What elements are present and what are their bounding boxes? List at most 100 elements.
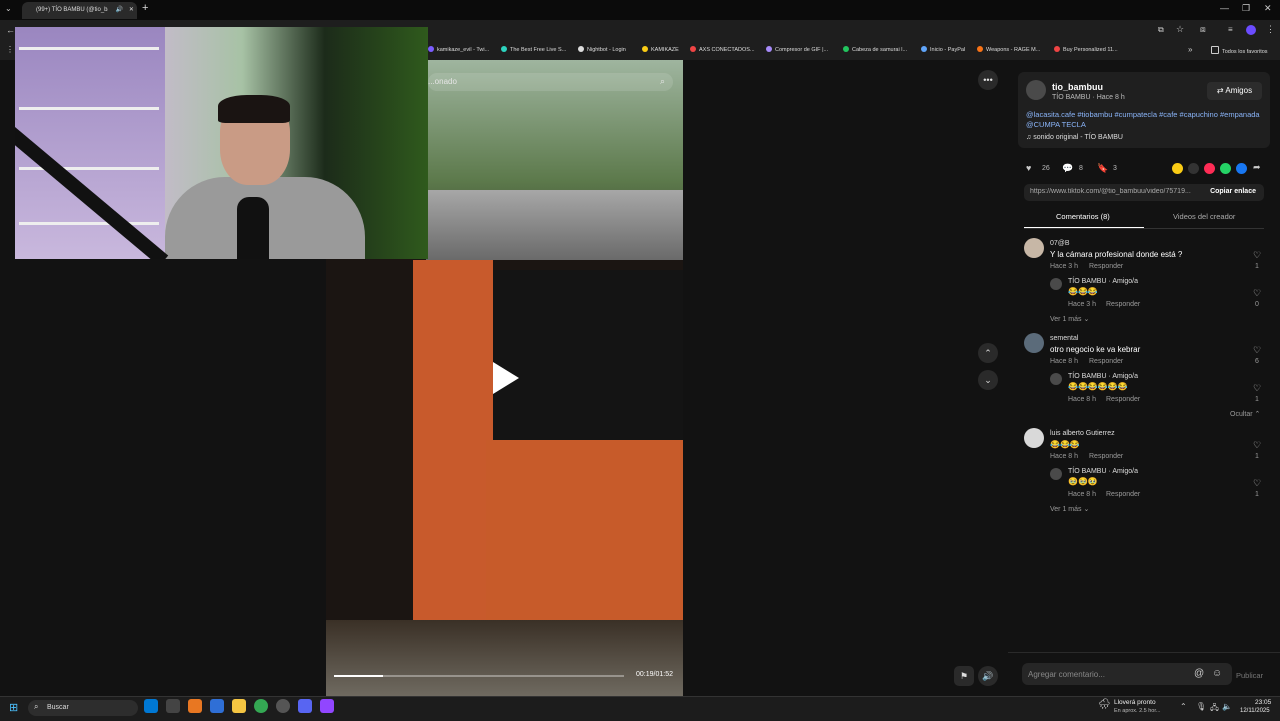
- weather-label[interactable]: Lloverá pronto: [1114, 699, 1156, 706]
- comment-username[interactable]: semental: [1050, 335, 1078, 342]
- share-coin-icon[interactable]: [1172, 163, 1183, 174]
- bookmark-item[interactable]: Cabeza de samurai l...: [843, 46, 907, 53]
- volume-icon[interactable]: 🔊: [978, 666, 998, 686]
- weather-icon[interactable]: 🌧: [1098, 699, 1111, 710]
- bookmarks-overflow-icon[interactable]: »: [1188, 45, 1192, 54]
- tab-comments[interactable]: Comentarios (8): [1056, 212, 1110, 221]
- windows-start-icon[interactable]: ⊞: [9, 701, 18, 714]
- like-icon[interactable]: ♥: [1026, 163, 1031, 173]
- bookmark-item[interactable]: Compresor de GIF |...: [766, 46, 828, 53]
- bookmark-item[interactable]: Weapons - RAGE M...: [977, 46, 1040, 53]
- facebook-icon[interactable]: [1236, 163, 1247, 174]
- reply-respond-button[interactable]: Responder: [1106, 396, 1140, 403]
- extensions-icon[interactable]: ⧈: [1200, 24, 1206, 35]
- more-options-icon[interactable]: •••: [978, 70, 998, 90]
- profile-avatar[interactable]: [1246, 25, 1256, 35]
- publish-button[interactable]: Publicar: [1236, 671, 1263, 680]
- report-icon[interactable]: ⚑: [954, 666, 974, 686]
- hide-replies[interactable]: Ocultar ⌃: [1230, 410, 1260, 418]
- tab-close-icon[interactable]: ✕: [129, 7, 134, 13]
- file-explorer-icon[interactable]: [232, 699, 246, 713]
- search-icon[interactable]: ⌕: [660, 76, 665, 87]
- save-icon[interactable]: 🔖: [1097, 163, 1108, 174]
- cast-icon[interactable]: ⧉: [1158, 25, 1164, 35]
- share-icon[interactable]: ➦: [1253, 162, 1261, 173]
- browser-tab[interactable]: (99+) TÍO BAMBU (@tio_ba 🔊 ✕: [22, 2, 137, 19]
- reply-button[interactable]: Responder: [1089, 358, 1123, 365]
- emoji-icon[interactable]: ☺: [1212, 668, 1222, 679]
- microphone-tray-icon[interactable]: 🎙: [1196, 702, 1206, 711]
- bookmark-item[interactable]: KAMIKAZE: [642, 46, 679, 53]
- reply-button[interactable]: Responder: [1089, 453, 1123, 460]
- network-icon[interactable]: 🖧: [1210, 702, 1219, 716]
- bookmark-star-icon[interactable]: ☆: [1176, 24, 1184, 35]
- bookmark-item[interactable]: Buy Personalized 11...: [1054, 46, 1118, 53]
- copy-link-button[interactable]: Copiar enlace: [1210, 188, 1256, 195]
- comment-icon[interactable]: 💬: [1062, 163, 1073, 174]
- video-url[interactable]: https://www.tiktok.com/@tio_bambuu/video…: [1030, 188, 1198, 195]
- bookmark-item[interactable]: kamikaze_evil - Twi...: [428, 46, 489, 53]
- minimize-icon[interactable]: —: [1220, 3, 1229, 13]
- chrome-icon[interactable]: [254, 699, 268, 713]
- send-to-friend-icon[interactable]: [1204, 163, 1215, 174]
- next-video-icon[interactable]: ⌄: [978, 370, 998, 390]
- app-icon[interactable]: [166, 699, 180, 713]
- author-username[interactable]: tio_bambuu: [1052, 82, 1103, 92]
- volume-tray-icon[interactable]: 🔈: [1222, 702, 1232, 711]
- post-caption[interactable]: @lacasita.cafe #tiobambu #cumpatecla #ca…: [1026, 110, 1262, 130]
- window-close-icon[interactable]: ✕: [1264, 3, 1272, 14]
- commenter-avatar[interactable]: [1024, 333, 1044, 353]
- play-icon[interactable]: [493, 362, 519, 394]
- author-avatar[interactable]: [1026, 80, 1046, 100]
- taskbar-search[interactable]: ⌕ Buscar: [28, 700, 138, 716]
- bookmark-item[interactable]: Nightbot - Login: [578, 46, 626, 53]
- app-icon[interactable]: [276, 699, 290, 713]
- tray-chevron-icon[interactable]: ⌃: [1180, 702, 1187, 711]
- comment-like-icon[interactable]: ♡: [1253, 345, 1261, 356]
- reply-username[interactable]: TÍO BAMBU · Amigo/a: [1068, 373, 1138, 380]
- previous-video-icon[interactable]: ⌃: [978, 343, 998, 363]
- reply-avatar[interactable]: [1050, 373, 1062, 385]
- friends-button[interactable]: ⇄ Amigos: [1207, 82, 1262, 100]
- comment-like-icon[interactable]: ♡: [1253, 440, 1261, 451]
- whatsapp-icon[interactable]: [1220, 163, 1231, 174]
- menu-icon[interactable]: ⋮: [1266, 24, 1275, 35]
- reply-respond-button[interactable]: Responder: [1106, 301, 1140, 308]
- tab-audio-icon[interactable]: 🔊: [116, 7, 123, 13]
- tab-creator-videos[interactable]: Videos del creador: [1173, 212, 1235, 221]
- reply-username[interactable]: TÍO BAMBU · Amigo/a: [1068, 468, 1138, 475]
- commenter-avatar[interactable]: [1024, 238, 1044, 258]
- embed-icon[interactable]: [1188, 163, 1199, 174]
- reply-respond-button[interactable]: Responder: [1106, 491, 1140, 498]
- app-icon[interactable]: [320, 699, 334, 713]
- restore-icon[interactable]: ❐: [1242, 3, 1250, 14]
- reply-avatar[interactable]: [1050, 468, 1062, 480]
- reply-like-icon[interactable]: ♡: [1253, 478, 1261, 489]
- clock-time[interactable]: 23:05: [1255, 699, 1271, 706]
- mention-icon[interactable]: @: [1194, 668, 1204, 679]
- comment-username[interactable]: luis alberto Gutierrez: [1050, 430, 1115, 437]
- app-icon[interactable]: [188, 699, 202, 713]
- view-more-replies[interactable]: Ver 1 más ⌄: [1050, 315, 1089, 323]
- reply-button[interactable]: Responder: [1089, 263, 1123, 270]
- sound-link[interactable]: ♫ sonido original - TÍO BAMBU: [1026, 134, 1123, 141]
- view-more-replies[interactable]: Ver 1 más ⌄: [1050, 505, 1089, 513]
- new-tab-button[interactable]: +: [142, 2, 148, 14]
- reply-like-icon[interactable]: ♡: [1253, 288, 1261, 299]
- edge-icon[interactable]: [144, 699, 158, 713]
- reply-like-icon[interactable]: ♡: [1253, 383, 1261, 394]
- reply-username[interactable]: TÍO BAMBU · Amigo/a: [1068, 278, 1138, 285]
- comment-input[interactable]: Agregar comentario... @ ☺: [1022, 663, 1232, 685]
- back-icon[interactable]: ←: [6, 25, 15, 35]
- discord-icon[interactable]: [298, 699, 312, 713]
- tab-list-icon[interactable]: ⌄: [5, 4, 12, 13]
- bookmark-item[interactable]: AXS CONECTADOS...: [690, 46, 755, 53]
- search-input[interactable]: ...onado ⌕: [428, 73, 673, 91]
- comment-like-icon[interactable]: ♡: [1253, 250, 1261, 261]
- commenter-avatar[interactable]: [1024, 428, 1044, 448]
- app-icon[interactable]: [210, 699, 224, 713]
- all-bookmarks-folder[interactable]: Todos los favoritos: [1211, 46, 1268, 55]
- reply-avatar[interactable]: [1050, 278, 1062, 290]
- bookmark-item[interactable]: Inicio - PayPal: [921, 46, 965, 53]
- bookmark-item[interactable]: The Best Free Live S...: [501, 46, 566, 53]
